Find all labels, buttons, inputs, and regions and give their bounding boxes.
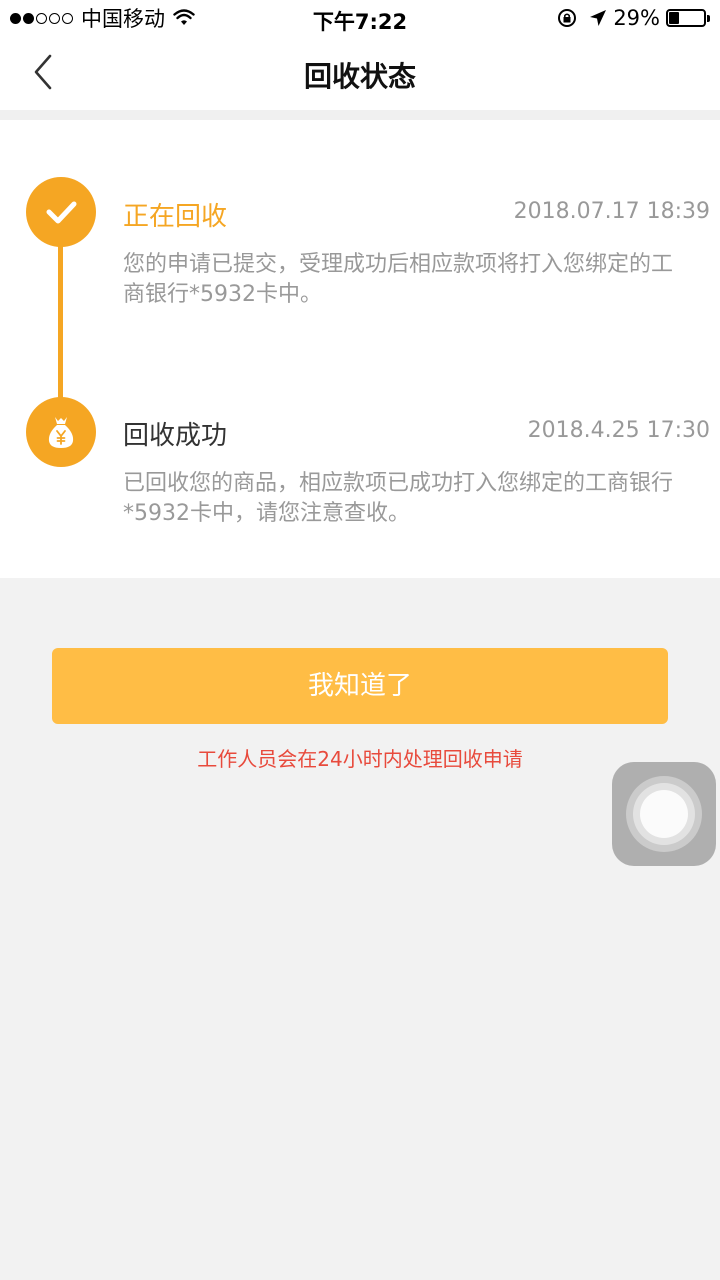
timeline-card: 正在回收 2018.07.17 18:39 您的申请已提交，受理成功后相应款项将… xyxy=(0,120,720,578)
timeline-connector xyxy=(58,220,63,420)
orientation-lock-icon xyxy=(558,9,577,27)
timeline-step-description: 您的申请已提交，受理成功后相应款项将打入您绑定的工商银行*5932卡中。 xyxy=(123,252,674,307)
status-bar: 中国移动 下午7:22 29% xyxy=(0,0,720,36)
timeline-step-time: 2018.07.17 18:39 xyxy=(513,199,710,224)
battery-level xyxy=(669,12,679,24)
timeline-step-title: 正在回收 xyxy=(123,202,228,232)
timeline-step-title: 回收成功 xyxy=(123,421,228,451)
page-title: 回收状态 xyxy=(303,60,416,93)
check-icon xyxy=(26,177,96,247)
nav-bar: 回收状态 xyxy=(0,36,720,110)
timeline-step-time: 2018.4.25 17:30 xyxy=(527,418,710,443)
page: 中国移动 下午7:22 29% 回收状态 正在回收 2018.07.17 18:… xyxy=(0,0,720,1280)
battery-percent: 29% xyxy=(613,6,660,30)
assistive-touch-button[interactable] xyxy=(612,762,716,866)
acknowledge-button[interactable]: 我知道了 xyxy=(52,648,668,724)
money-bag-icon xyxy=(26,397,96,467)
timeline-step-description: 已回收您的商品，相应款项已成功打入您绑定的工商银行*5932卡中，请您注意查收。 xyxy=(123,471,674,526)
location-arrow-icon xyxy=(590,10,607,26)
status-right: 29% xyxy=(557,6,710,30)
divider xyxy=(0,110,720,120)
battery-icon xyxy=(666,9,710,27)
processing-notice: 工作人员会在24小时内处理回收申请 xyxy=(197,747,523,771)
assistive-touch-icon xyxy=(640,790,688,838)
